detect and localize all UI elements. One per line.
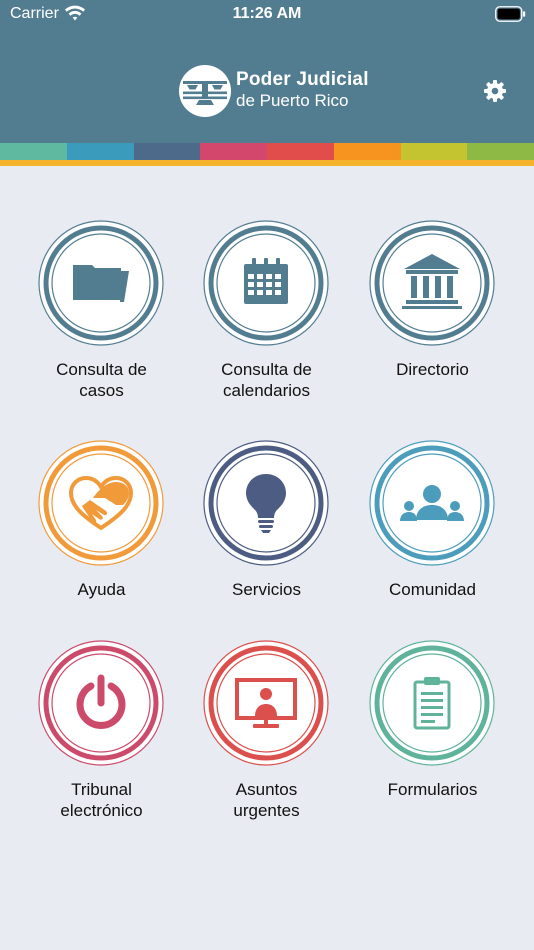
tile-comunidad[interactable]: Comunidad — [350, 386, 515, 599]
tile-servicios[interactable]: Servicios — [184, 386, 349, 599]
tile-label: Directorio — [396, 360, 469, 379]
battery-icon — [495, 6, 526, 22]
gear-icon[interactable] — [483, 79, 507, 103]
color-segment — [400, 143, 468, 160]
clock: 11:26 AM — [232, 5, 302, 22]
tile-label: Tribunal electrónico — [60, 780, 143, 820]
status-bar: Carrier 11:26 AM — [0, 0, 534, 30]
tile-ring — [203, 220, 329, 346]
tile-ayuda[interactable]: Ayuda — [19, 386, 184, 599]
tile-asuntos-urgentes[interactable]: Asuntos urgentes — [184, 586, 349, 820]
tile-ring — [38, 220, 164, 346]
tile-ring — [38, 640, 164, 766]
tile-label: Formularios — [387, 780, 478, 799]
app-header: Carrier 11:26 AM Poder Judicial de Puert… — [0, 0, 534, 143]
tile-ring — [369, 220, 495, 346]
tile-tribunal-electronico[interactable]: Tribunal electrónico — [19, 586, 184, 820]
tile-ring — [369, 440, 495, 566]
color-segment — [333, 143, 401, 160]
brand-name-line2: de Puerto Rico — [236, 91, 349, 110]
scales-of-justice-icon — [179, 65, 231, 117]
tile-formularios[interactable]: Formularios — [350, 586, 515, 799]
tile-ring — [203, 640, 329, 766]
brand-name-line1: Poder Judicial — [236, 69, 369, 90]
folder-icon — [73, 265, 129, 302]
color-segment — [200, 143, 267, 160]
tile-consulta-casos[interactable]: Consulta de casos — [19, 166, 184, 400]
calendar-icon — [244, 258, 288, 304]
color-segment — [467, 143, 534, 160]
brand-logo: Poder Judicial de Puerto Rico — [178, 64, 378, 118]
tile-ring — [38, 440, 164, 566]
tile-consulta-calendarios[interactable]: Consulta de calendarios — [184, 166, 349, 400]
color-segment — [267, 143, 334, 160]
color-segment — [66, 143, 134, 160]
color-stripe — [0, 143, 534, 160]
color-segment — [0, 143, 67, 160]
tile-ring — [369, 640, 495, 766]
color-segment — [133, 143, 201, 160]
tile-ring — [203, 440, 329, 566]
tile-label: Asuntos urgentes — [233, 780, 300, 820]
tile-directorio[interactable]: Directorio — [350, 166, 515, 379]
